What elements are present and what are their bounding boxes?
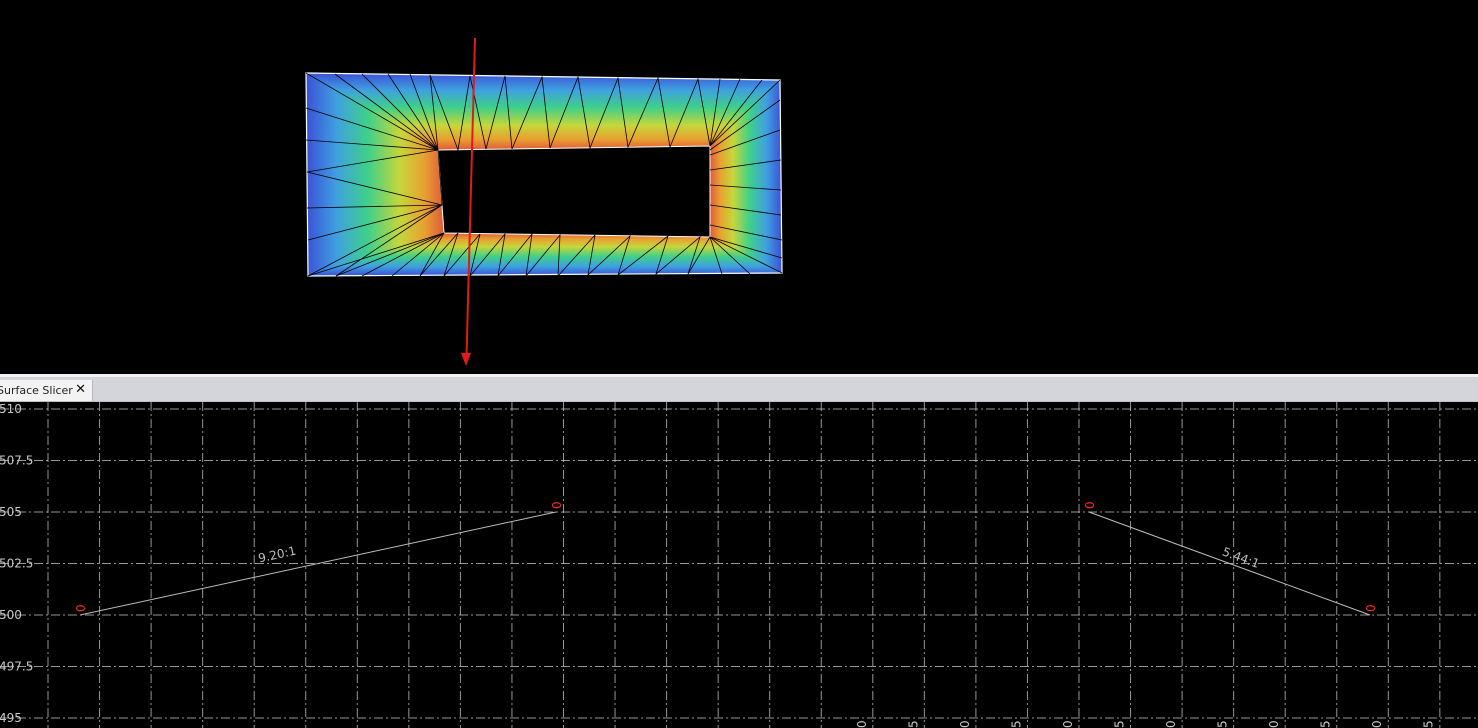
y-axis-label: 510 (0, 402, 22, 416)
surface-canvas[interactable] (0, 0, 1478, 374)
y-axis-label: 505 (0, 505, 22, 519)
profile-canvas: 510507.5505502.5500497.5495 0 5 0 5 0 5 0 5 0 5 0 59… (0, 402, 1478, 728)
profile-view[interactable]: 510 507.5 505 502.5 500 497.5 495 0 5 0 5 0 5 0 5 0 5 0 5 9… (0, 402, 1478, 728)
x-axis-label: 0 (958, 720, 972, 728)
tab-surface-slicer[interactable]: Surface Slicer ✕ (0, 380, 93, 401)
slope-label: 5.44:1 (1220, 545, 1261, 571)
tab-label: Surface Slicer (0, 384, 73, 397)
x-axis-label: 0 (1061, 720, 1075, 728)
y-axis-label: 500 (0, 608, 22, 622)
x-axis-label: 0 (1164, 720, 1178, 728)
y-axis-label: 495 (0, 711, 22, 725)
x-axis-label: 5 (1113, 720, 1127, 728)
x-axis-label: 5 (907, 720, 921, 728)
surface-viewport[interactable] (0, 0, 1478, 374)
x-axis-label: 5 (1216, 720, 1230, 728)
y-axis-label: 502.5 (0, 557, 33, 571)
vertex-label: 0 (1083, 501, 1097, 509)
panel-tab-bar: Surface Slicer ✕ (0, 377, 1478, 402)
vertex-label: 0 (550, 501, 564, 509)
x-axis-label: 5 (1422, 720, 1436, 728)
x-axis-label: 0 (1267, 720, 1281, 728)
surface-mesh (305, 72, 783, 278)
vertex-label: 0 (74, 604, 88, 612)
y-axis-label: 497.5 (0, 660, 33, 674)
x-axis-label: 5 (1010, 720, 1024, 728)
x-axis-label: 0 (855, 720, 869, 728)
vertex-label: 0 (1364, 604, 1378, 612)
x-axis-label: 5 (1319, 720, 1333, 728)
slope-label: 9.20:1 (257, 544, 297, 566)
close-icon[interactable]: ✕ (75, 383, 86, 397)
y-axis-label: 507.5 (0, 454, 33, 468)
x-axis-label: 0 (1370, 720, 1384, 728)
